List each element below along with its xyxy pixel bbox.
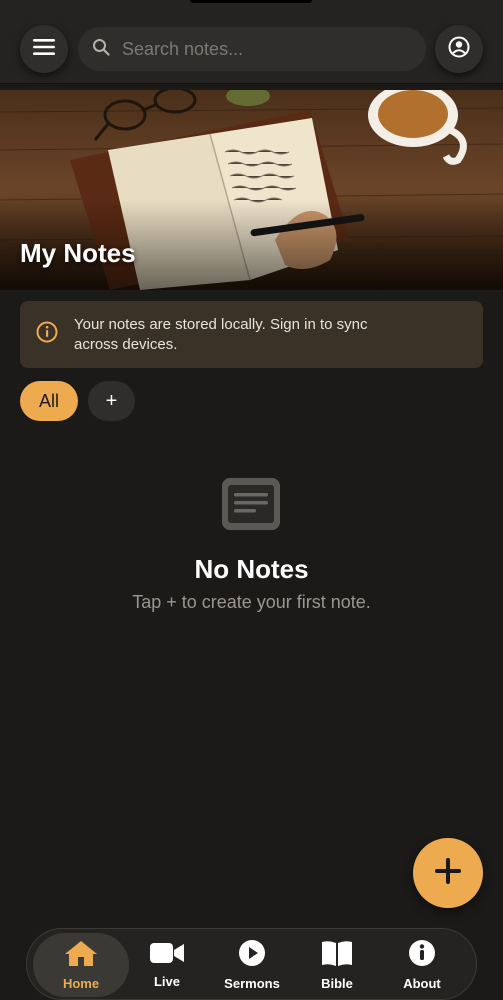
nav-item-sermons[interactable]: Sermons (207, 933, 297, 997)
search-icon (92, 38, 110, 61)
account-circle-icon (448, 36, 470, 63)
page-title: My Notes (20, 238, 136, 268)
menu-button[interactable] (20, 25, 68, 73)
filter-chip-all[interactable]: All (20, 381, 78, 421)
home-icon (64, 939, 98, 972)
search-input[interactable]: Search notes... (78, 27, 426, 71)
nav-item-about[interactable]: About (377, 933, 467, 997)
nav-item-home[interactable]: Home (33, 933, 129, 997)
camera-notch (190, 0, 312, 3)
empty-state-title: No Notes (194, 554, 309, 584)
nav-label-live: Live (153, 974, 180, 989)
nav-item-live[interactable]: Live (122, 933, 212, 997)
plus-icon (435, 857, 461, 889)
nav-item-bible[interactable]: Bible (292, 933, 382, 997)
add-filter-button[interactable]: + (88, 381, 135, 421)
nav-label-home: Home (62, 976, 100, 991)
hamburger-icon (33, 38, 55, 60)
empty-state-subtitle: Tap + to create your first note. (132, 592, 371, 612)
bottom-navigation: Home Live Sermons Bible About (26, 928, 477, 1000)
search-placeholder: Search notes... (122, 38, 244, 59)
top-app-bar: Search notes... (0, 0, 503, 84)
video-icon (149, 941, 185, 970)
profile-button[interactable] (435, 25, 483, 73)
add-note-button[interactable] (413, 838, 483, 908)
empty-notes-icon (220, 476, 282, 537)
info-icon (408, 939, 436, 972)
play-icon (238, 939, 266, 972)
nav-label-sermons: Sermons (224, 976, 280, 991)
notice-text: Your notes are stored locally. Sign in t… (74, 315, 368, 353)
local-storage-notice: Your notes are stored locally. Sign in t… (20, 301, 483, 368)
info-icon (36, 321, 58, 348)
nav-label-about: About (403, 976, 441, 991)
book-icon (320, 939, 354, 972)
nav-label-bible: Bible (321, 976, 353, 991)
